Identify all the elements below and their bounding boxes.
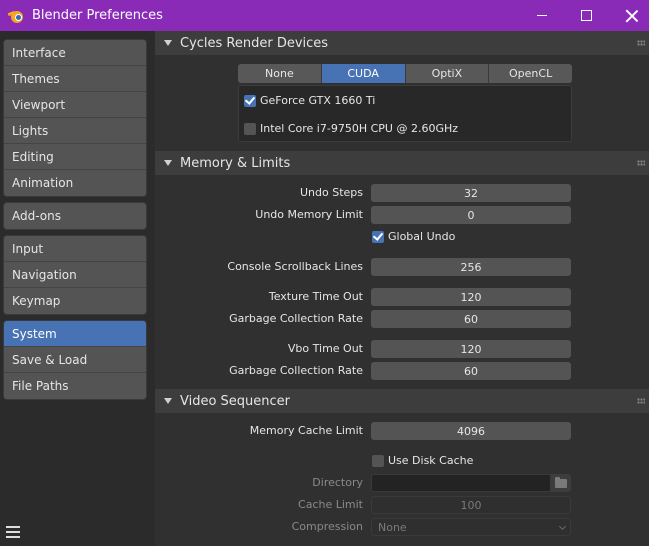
menu-icon[interactable] — [6, 526, 20, 538]
sidebar-item-lights[interactable]: Lights — [4, 118, 146, 144]
tab-none[interactable]: None — [238, 64, 322, 83]
vbo-gc-rate-label: Garbage Collection Rate — [229, 364, 363, 377]
device-list: GeForce GTX 1660 Ti Intel Core i7-9750H … — [238, 85, 572, 142]
title-bar: Blender Preferences — [0, 0, 649, 31]
vbo-gc-rate-field[interactable]: 60 — [371, 362, 571, 380]
disk-cache-limit-field[interactable]: 100 — [371, 496, 571, 514]
undo-steps-label: Undo Steps — [299, 186, 363, 199]
drag-grip-icon[interactable] — [637, 398, 645, 404]
global-undo-checkbox[interactable] — [372, 230, 384, 243]
row-disk-cache-limit: Cache Limit 100 — [155, 496, 649, 514]
maximize-button[interactable] — [564, 0, 609, 31]
device-gpu-row[interactable]: GeForce GTX 1660 Ti — [244, 94, 375, 107]
memory-cache-limit-label: Memory Cache Limit — [249, 424, 363, 437]
global-undo-row[interactable]: Global Undo — [372, 230, 455, 243]
panel-header-memory[interactable]: Memory & Limits — [155, 151, 649, 175]
row-directory: Directory — [155, 474, 649, 492]
sidebar-item-navigation[interactable]: Navigation — [4, 262, 146, 288]
panel-header-video[interactable]: Video Sequencer — [155, 389, 649, 413]
sidebar-item-add-ons[interactable]: Add-ons — [4, 203, 146, 229]
memory-cache-limit-field[interactable]: 4096 — [371, 422, 571, 440]
global-undo-label: Global Undo — [388, 230, 456, 243]
preferences-main: Cycles Render Devices None CUDA OptiX Op… — [155, 31, 649, 546]
sidebar-item-viewport[interactable]: Viewport — [4, 92, 146, 118]
directory-label: Directory — [312, 476, 363, 489]
close-button[interactable] — [609, 0, 649, 31]
undo-memory-field[interactable]: 0 — [371, 206, 571, 224]
panel-header-cycles[interactable]: Cycles Render Devices — [155, 31, 649, 55]
disk-cache-checkbox[interactable] — [372, 454, 384, 467]
row-texture-timeout: Texture Time Out 120 — [155, 288, 649, 306]
sidebar-item-input[interactable]: Input — [4, 236, 146, 262]
device-type-tabs: None CUDA OptiX OpenCL — [238, 64, 572, 83]
vbo-timeout-label: Vbo Time Out — [287, 342, 363, 355]
device-gpu-label: GeForce GTX 1660 Ti — [260, 94, 376, 107]
minimize-button[interactable] — [519, 0, 564, 31]
sidebar-item-save-load[interactable]: Save & Load — [4, 347, 146, 373]
expand-triangle-icon — [164, 398, 172, 404]
folder-browse-button[interactable] — [551, 474, 571, 492]
row-gc-rate: Garbage Collection Rate 60 — [155, 310, 649, 328]
close-icon — [626, 10, 638, 22]
chevron-down-icon — [558, 522, 567, 531]
sidebar-item-interface[interactable]: Interface — [4, 40, 146, 66]
expand-triangle-icon — [164, 40, 172, 46]
sidebar-item-themes[interactable]: Themes — [4, 66, 146, 92]
directory-field[interactable] — [371, 474, 551, 492]
folder-icon — [555, 476, 567, 488]
sidebar-item-system[interactable]: System — [4, 321, 146, 347]
panel-title: Cycles Render Devices — [180, 35, 329, 51]
row-undo-memory: Undo Memory Limit 0 — [155, 206, 649, 224]
disk-cache-row[interactable]: Use Disk Cache — [372, 454, 473, 467]
vbo-timeout-field[interactable]: 120 — [371, 340, 571, 358]
undo-steps-field[interactable]: 32 — [371, 184, 571, 202]
blender-logo-icon — [7, 8, 24, 24]
row-memory-cache-limit: Memory Cache Limit 4096 — [155, 422, 649, 440]
minimize-icon — [536, 15, 547, 16]
preferences-sidebar: Interface Themes Viewport Lights Editing… — [0, 31, 153, 546]
expand-triangle-icon — [164, 160, 172, 166]
gc-rate-field[interactable]: 60 — [371, 310, 571, 328]
panel-title: Memory & Limits — [180, 155, 291, 171]
row-vbo-timeout: Vbo Time Out 120 — [155, 340, 649, 358]
sidebar-group-ui: Interface Themes Viewport Lights Editing… — [3, 39, 147, 197]
row-console-scrollback: Console Scrollback Lines 256 — [155, 258, 649, 276]
checkbox-cpu[interactable] — [244, 122, 256, 135]
drag-grip-icon[interactable] — [637, 40, 645, 46]
row-vbo-gc-rate: Garbage Collection Rate 60 — [155, 362, 649, 380]
tab-cuda[interactable]: CUDA — [321, 64, 406, 83]
sidebar-group-input: Input Navigation Keymap — [3, 235, 147, 315]
maximize-icon — [581, 10, 592, 21]
undo-memory-label: Undo Memory Limit — [255, 208, 363, 221]
compression-label: Compression — [291, 520, 363, 533]
tab-optix[interactable]: OptiX — [405, 64, 490, 83]
device-cpu-label: Intel Core i7-9750H CPU @ 2.60GHz — [260, 122, 459, 135]
disk-cache-limit-label: Cache Limit — [298, 498, 363, 511]
sidebar-group-addons: Add-ons — [3, 202, 147, 230]
device-cpu-row[interactable]: Intel Core i7-9750H CPU @ 2.60GHz — [244, 122, 458, 135]
console-scrollback-label: Console Scrollback Lines — [227, 260, 363, 273]
panel-title: Video Sequencer — [180, 393, 291, 409]
checkbox-gpu[interactable] — [244, 94, 256, 107]
compression-value: None — [378, 520, 407, 534]
gc-rate-label: Garbage Collection Rate — [229, 312, 363, 325]
sidebar-item-editing[interactable]: Editing — [4, 144, 146, 170]
disk-cache-label: Use Disk Cache — [388, 454, 474, 467]
drag-grip-icon[interactable] — [637, 160, 645, 166]
compression-select[interactable]: None — [371, 518, 571, 536]
sidebar-item-animation[interactable]: Animation — [4, 170, 146, 196]
texture-timeout-label: Texture Time Out — [268, 290, 363, 303]
sidebar-item-keymap[interactable]: Keymap — [4, 288, 146, 314]
sidebar-item-file-paths[interactable]: File Paths — [4, 373, 146, 399]
texture-timeout-field[interactable]: 120 — [371, 288, 571, 306]
row-compression: Compression None — [155, 518, 649, 536]
window-title: Blender Preferences — [32, 8, 163, 23]
console-scrollback-field[interactable]: 256 — [371, 258, 571, 276]
sidebar-group-system: System Save & Load File Paths — [3, 320, 147, 400]
tab-opencl[interactable]: OpenCL — [489, 64, 572, 83]
row-undo-steps: Undo Steps 32 — [155, 184, 649, 202]
